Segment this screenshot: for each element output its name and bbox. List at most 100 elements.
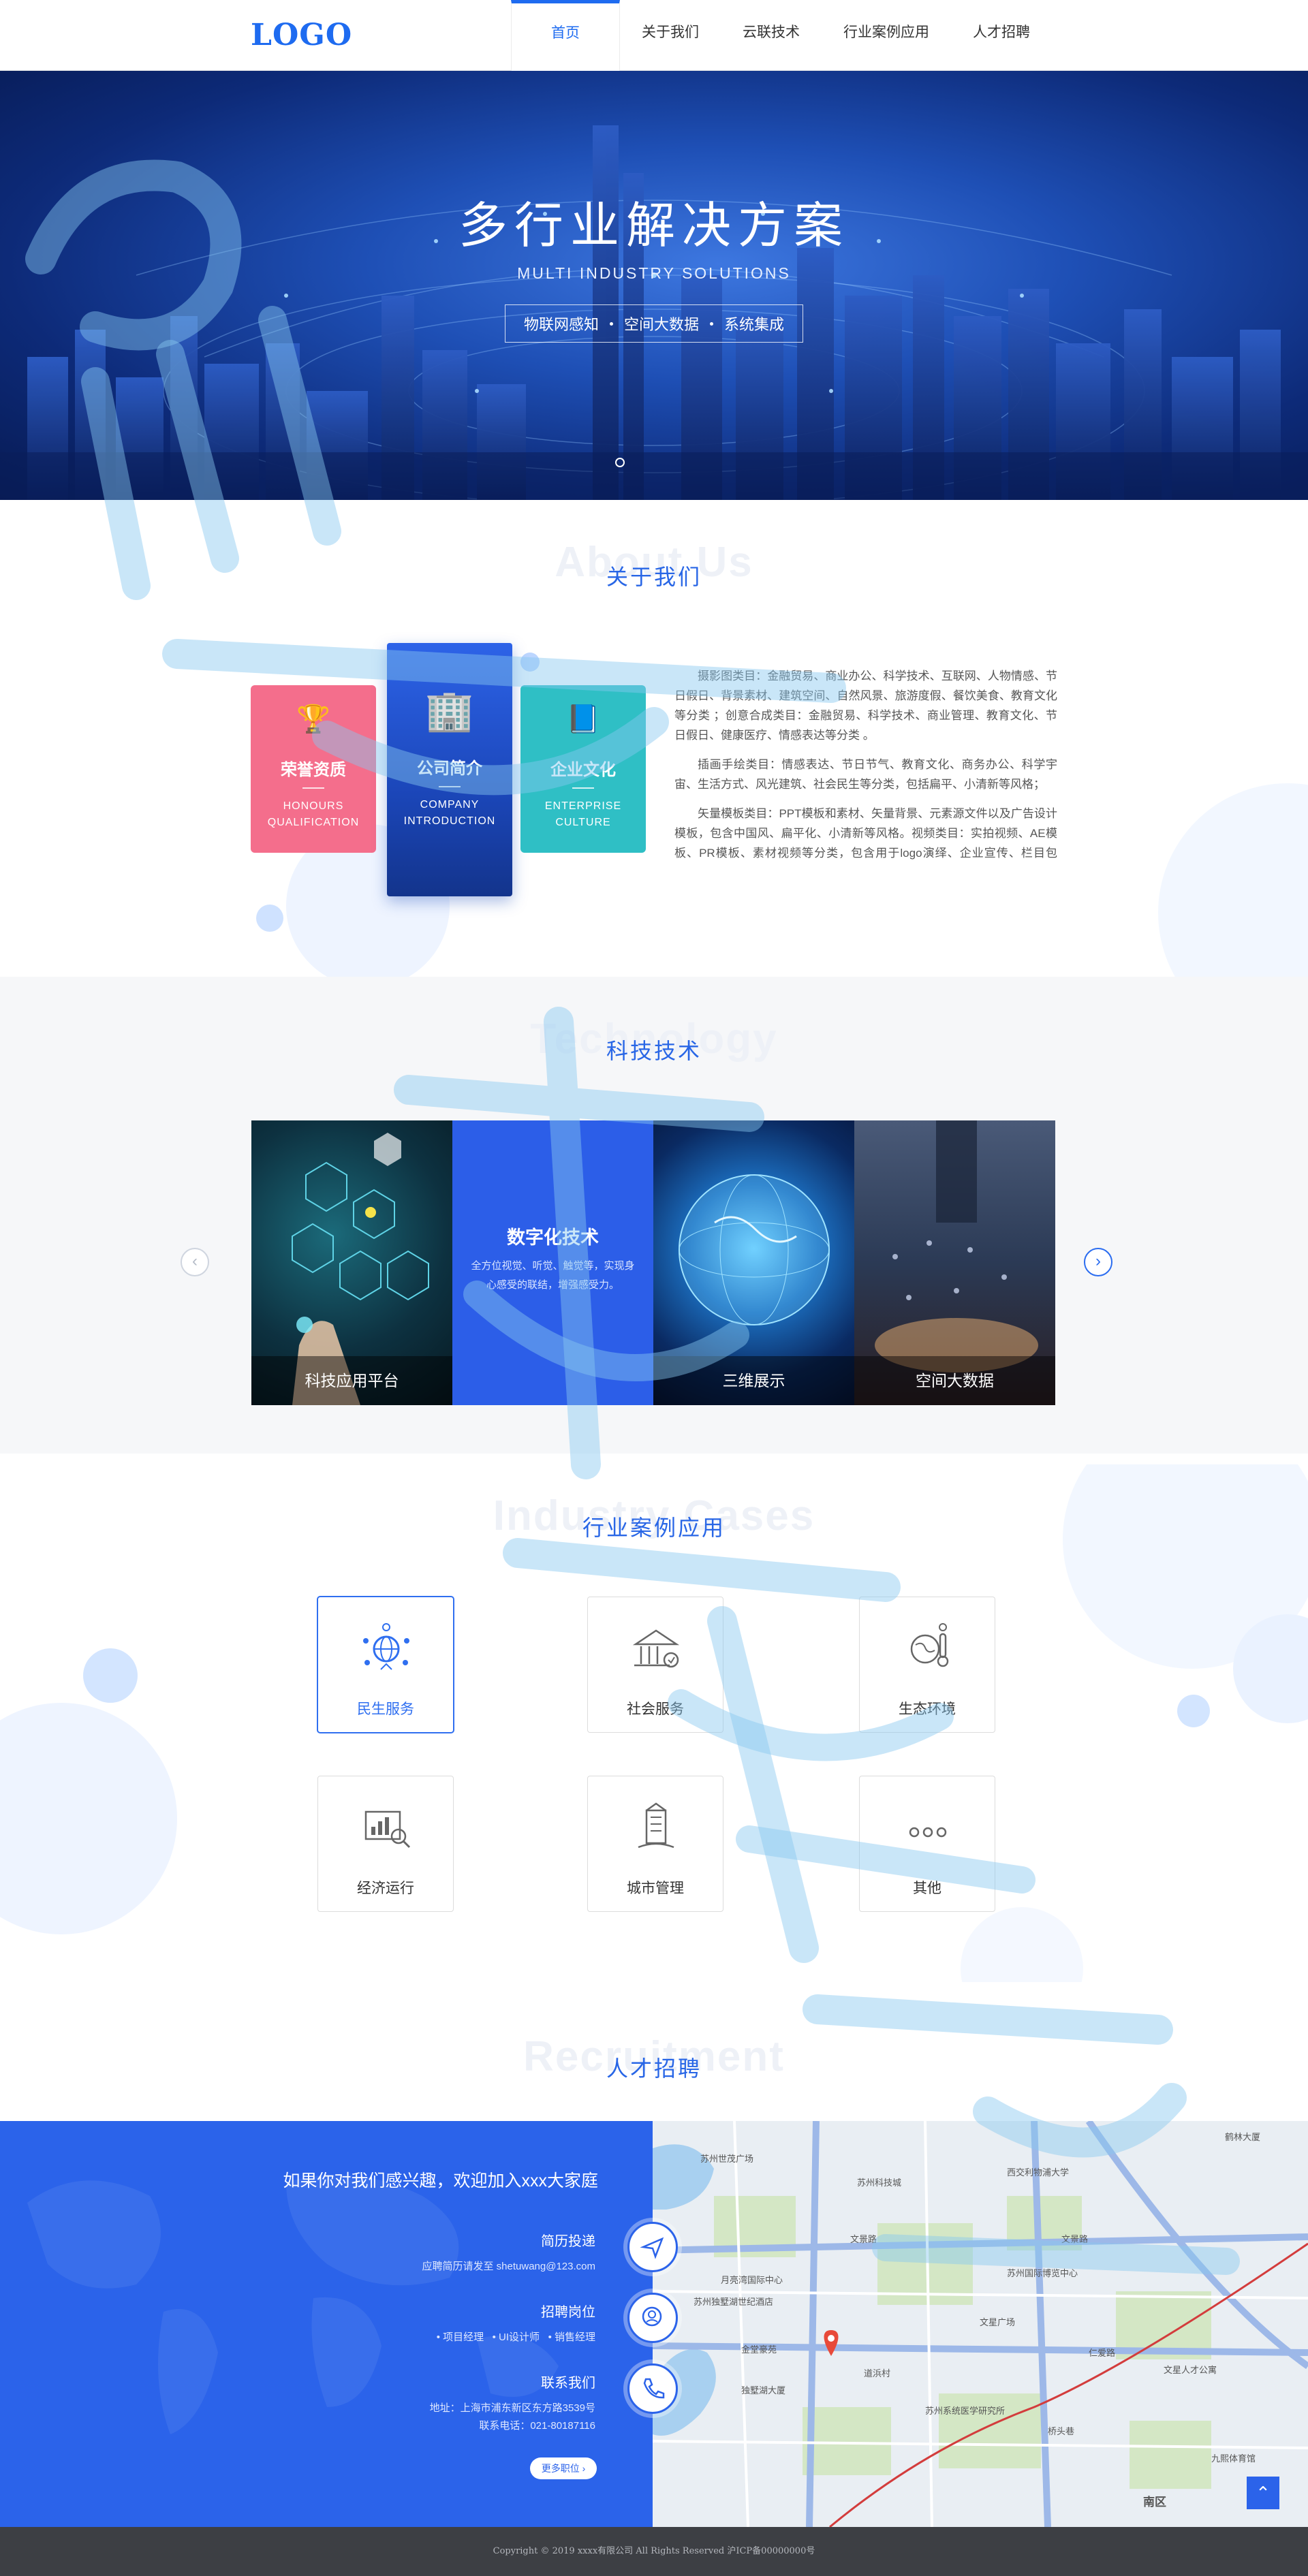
tech-caption: 科技应用平台 bbox=[251, 1356, 452, 1405]
hero-banner: 多行业解决方案 MULTI INDUSTRY SOLUTIONS 物联网感知 空… bbox=[0, 71, 1308, 500]
nav-home[interactable]: 首页 bbox=[511, 0, 620, 71]
case-label: 生态环境 bbox=[899, 1701, 956, 1717]
case-label: 经济运行 bbox=[357, 1881, 414, 1896]
svg-text:苏州独墅湖世纪酒店: 苏州独墅湖世纪酒店 bbox=[694, 2297, 773, 2307]
card-title: 企业文化 bbox=[550, 761, 616, 779]
tech-card-bigdata[interactable]: 空间大数据 bbox=[854, 1120, 1055, 1405]
back-to-top-button[interactable]: ⌃ bbox=[1247, 2477, 1279, 2509]
hero-subtitle: MULTI INDUSTRY SOLUTIONS bbox=[517, 264, 791, 282]
about-paragraph: 插画手绘类目：情感表达、节日节气、教育文化、商务办公、科学宇宙、生活方式、风光建… bbox=[674, 758, 1057, 791]
contact-block: 联系我们 地址：上海市浦东新区东方路3539号 联系电话：021-8018711… bbox=[430, 2372, 595, 2435]
site-header: LOGO 首页 关于我们 云联技术 行业案例应用 人才招聘 bbox=[0, 0, 1308, 71]
government-building-icon bbox=[632, 1629, 680, 1668]
separator-dot bbox=[609, 321, 613, 326]
person-search-icon bbox=[627, 2293, 678, 2343]
about-paragraph: 矢量模板类目：PPT模板和素材、矢量背景、元素源文件以及广告设计模板，包含中国风… bbox=[674, 807, 1057, 860]
nav-cases[interactable]: 行业案例应用 bbox=[822, 0, 951, 71]
carousel-next-button[interactable]: › bbox=[1084, 1248, 1112, 1276]
resume-block: 简历投递 应聘简历请发至 shetuwang@123.com bbox=[422, 2230, 595, 2276]
tech-title: 科技技术 bbox=[606, 1039, 702, 1063]
about-title: 关于我们 bbox=[606, 565, 702, 589]
svg-text:月亮湾国际中心: 月亮湾国际中心 bbox=[721, 2275, 783, 2285]
svg-text:苏州世茂广场: 苏州世茂广场 bbox=[700, 2154, 753, 2164]
nav-recruit[interactable]: 人才招聘 bbox=[951, 0, 1052, 71]
svg-text:苏州系统医学研究所: 苏州系统医学研究所 bbox=[925, 2406, 1005, 2416]
book-icon: 📘 bbox=[566, 704, 600, 734]
svg-text:南区: 南区 bbox=[1143, 2495, 1166, 2509]
case-social[interactable]: 社会服务 bbox=[587, 1597, 723, 1733]
separator-dot bbox=[710, 321, 713, 326]
tech-card-title: 数字化技术 bbox=[507, 1227, 599, 1248]
earth-thermometer-icon bbox=[910, 1623, 949, 1667]
contact-address: 地址：上海市浦东新区东方路3539号 bbox=[429, 2402, 595, 2414]
svg-text:九熙体育馆: 九熙体育馆 bbox=[1211, 2453, 1256, 2464]
street-map: 苏州世茂广场 苏州科技城 文景路 月亮湾国际中心 苏州独墅湖世纪酒店 金堂豪苑 … bbox=[653, 2121, 1308, 2527]
nav-technology[interactable]: 云联技术 bbox=[721, 0, 822, 71]
send-icon bbox=[627, 2222, 678, 2272]
svg-text:西交利物浦大学: 西交利物浦大学 bbox=[1007, 2167, 1069, 2178]
case-label: 城市管理 bbox=[627, 1881, 684, 1896]
position-item[interactable]: UI设计师 bbox=[499, 2331, 540, 2343]
contact-phone: 联系电话：021-80187116 bbox=[479, 2420, 595, 2432]
case-other[interactable]: 其他 bbox=[859, 1776, 995, 1912]
svg-text:道浜村: 道浜村 bbox=[864, 2368, 890, 2378]
tech-card-platform[interactable]: 科技应用平台 bbox=[251, 1120, 452, 1405]
hero-tag: 物联网感知 bbox=[523, 316, 599, 333]
tech-caption: 三维展示 bbox=[653, 1356, 854, 1405]
svg-text:桥头巷: 桥头巷 bbox=[1048, 2426, 1074, 2436]
svg-text:文景路: 文景路 bbox=[1061, 2234, 1088, 2244]
svg-text:苏州科技城: 苏州科技城 bbox=[857, 2178, 901, 2188]
company-card[interactable]: 🏢 公司简介 COMPANY INTRODUCTION bbox=[387, 643, 512, 896]
globe-network-icon bbox=[363, 1623, 409, 1670]
svg-text:鹤林大厦: 鹤林大厦 bbox=[1225, 2132, 1260, 2142]
tech-card-digital[interactable]: 数字化技术 全方位视觉、听觉、触觉等，实现身心感受的联结，增强感受力。 bbox=[452, 1120, 653, 1405]
positions-list: • 项目经理 • UI设计师 • 销售经理 bbox=[436, 2331, 595, 2343]
case-city[interactable]: 城市管理 bbox=[587, 1776, 723, 1912]
recruit-headline: 如果你对我们感兴趣，欢迎加入xxx大家庭 bbox=[283, 2171, 598, 2190]
decorative-bubbles bbox=[256, 653, 1308, 994]
svg-text:金堂豪苑: 金堂豪苑 bbox=[741, 2344, 777, 2355]
position-item[interactable]: 销售经理 bbox=[555, 2331, 595, 2343]
footer-copyright: Copyright © 2019 xxxx有限公司 All Rights Res… bbox=[0, 2527, 1308, 2576]
contact-title: 联系我们 bbox=[541, 2376, 595, 2391]
divider bbox=[572, 787, 594, 789]
culture-card[interactable]: 📘 企业文化 ENTERPRISE CULTURE bbox=[520, 685, 646, 853]
position-item[interactable]: 项目经理 bbox=[443, 2331, 484, 2343]
svg-text:苏州国际博览中心: 苏州国际博览中心 bbox=[1007, 2268, 1078, 2278]
about-description: 摄影图类目：金融贸易、商业办公、科学技术、互联网、人物情感、节日假日、背景素材、… bbox=[674, 666, 1057, 873]
case-label: 民生服务 bbox=[357, 1701, 414, 1717]
main-nav: 首页 关于我们 云联技术 行业案例应用 人才招聘 bbox=[511, 0, 1052, 71]
carousel-prev-button[interactable]: ‹ bbox=[181, 1248, 209, 1276]
chart-analysis-icon bbox=[364, 1810, 411, 1849]
case-ecology[interactable]: 生态环境 bbox=[859, 1597, 995, 1733]
hero-title: 多行业解决方案 bbox=[458, 199, 850, 253]
nav-about[interactable]: 关于我们 bbox=[620, 0, 721, 71]
tech-card-3d[interactable]: 三维展示 bbox=[653, 1120, 854, 1405]
location-map[interactable]: 苏州世茂广场 苏州科技城 文景路 月亮湾国际中心 苏州独墅湖世纪酒店 金堂豪苑 … bbox=[653, 2121, 1308, 2527]
positions-block: 招聘岗位 • 项目经理 • UI设计师 • 销售经理 bbox=[437, 2301, 595, 2346]
logo[interactable]: LOGO bbox=[251, 18, 352, 52]
more-positions-button[interactable]: 更多职位 › bbox=[530, 2457, 597, 2479]
trophy-icon: 🏆 bbox=[296, 704, 330, 734]
divider bbox=[439, 786, 461, 787]
building-icon: 🏢 bbox=[424, 689, 475, 733]
resume-email[interactable]: 应聘简历请发至 shetuwang@123.com bbox=[422, 2258, 595, 2276]
card-english: HONOURS QUALIFICATION bbox=[267, 800, 360, 828]
case-livelihood[interactable]: 民生服务 bbox=[317, 1597, 454, 1733]
recruit-title: 人才招聘 bbox=[606, 2056, 702, 2081]
svg-text:文星人才公寓: 文星人才公寓 bbox=[1164, 2365, 1217, 2375]
hero-tag: 空间大数据 bbox=[623, 316, 699, 333]
honours-card[interactable]: 🏆 荣誉资质 HONOURS QUALIFICATION bbox=[251, 685, 376, 853]
divider bbox=[302, 787, 324, 789]
hero-tag: 系统集成 bbox=[724, 316, 785, 333]
carousel-indicator[interactable] bbox=[615, 458, 625, 467]
tech-caption: 空间大数据 bbox=[854, 1356, 1055, 1405]
city-skyline-illustration bbox=[0, 125, 1308, 500]
svg-text:仁爱路: 仁爱路 bbox=[1089, 2348, 1115, 2358]
resume-title: 简历投递 bbox=[541, 2234, 595, 2249]
city-tower-icon bbox=[638, 1802, 674, 1849]
svg-text:独墅湖大厦: 独墅湖大厦 bbox=[741, 2385, 785, 2396]
svg-text:文星广场: 文星广场 bbox=[980, 2317, 1015, 2327]
case-economy[interactable]: 经济运行 bbox=[317, 1776, 454, 1912]
case-label: 其他 bbox=[913, 1881, 941, 1896]
